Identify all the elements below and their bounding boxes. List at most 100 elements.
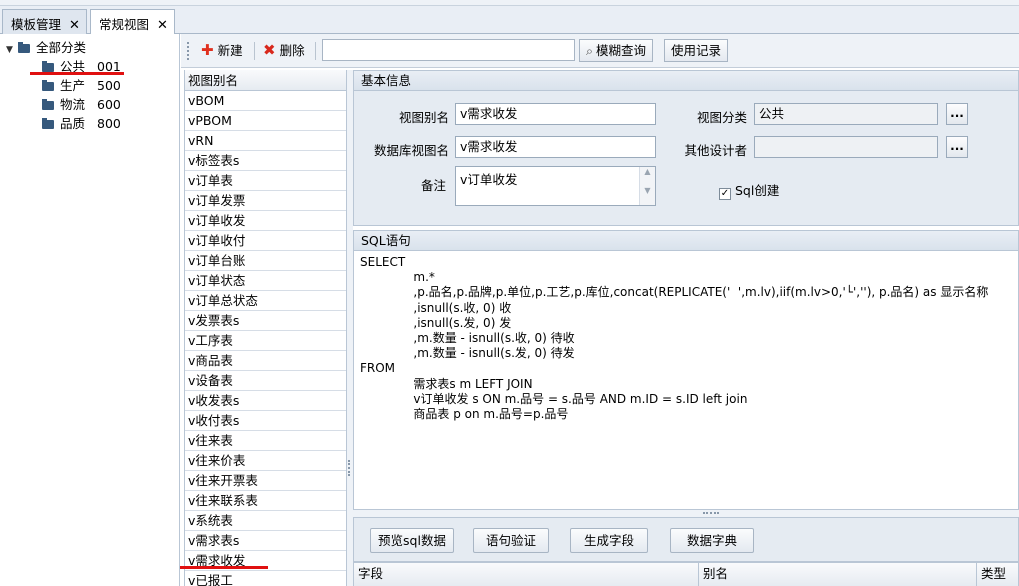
folder-icon [42,61,54,72]
preview-sql-data-button[interactable]: 预览sql数据 [370,528,454,553]
category-field[interactable]: 公共 [754,103,938,125]
generate-fields-button[interactable]: 生成字段 [570,528,648,553]
view-list-item[interactable]: vBOM [185,91,346,111]
search-input[interactable] [322,39,575,61]
usage-log-button[interactable]: 使用记录 [664,39,729,62]
view-list-item[interactable]: v订单总状态 [185,291,346,311]
dbview-label: 数据库视图名 [373,143,449,158]
field-grid: 字段 别名 类型 [353,562,1019,586]
sql-line: ,p.品名,p.品牌,p.单位,p.工艺,p.库位,concat(REPLICA… [360,285,989,300]
view-list-item[interactable]: v收付表s [185,411,346,431]
sql-create-label: Sql创建 [735,183,780,198]
tree-root-all[interactable]: ▼ 全部分类 [6,39,86,57]
view-list-item[interactable]: v系统表 [185,511,346,531]
tab-regular-views[interactable]: 常规视图 ✕ [90,9,175,35]
column-header-alias[interactable]: 别名 [699,563,977,586]
sql-line: ,m.数量 - isnull(s.发, 0) 待发 [360,346,575,361]
folder-icon [42,99,54,110]
view-list-item[interactable]: v发票表s [185,311,346,331]
checkmark-icon[interactable]: ✓ [719,188,731,200]
view-list-item[interactable]: v商品表 [185,351,346,371]
view-list-item[interactable]: v需求表s [185,531,346,551]
delete-x-icon: ✖ [263,41,276,59]
view-list-item[interactable]: v已报工 [185,571,346,586]
memo-scrollbar[interactable]: ▲ ▼ [639,167,655,205]
sql-line: ,m.数量 - isnull(s.收, 0) 待收 [360,331,575,346]
dbview-field[interactable]: v需求收发 [455,136,656,158]
view-list-item[interactable]: v订单状态 [185,271,346,291]
close-icon[interactable]: ✕ [157,18,168,33]
close-icon[interactable]: ✕ [69,18,80,33]
view-list-item[interactable]: v订单收付 [185,231,346,251]
note-memo[interactable]: v订单收发 ▲ ▼ [455,166,656,206]
note-text: v订单收发 [460,172,518,187]
sql-line: SELECT [360,255,406,269]
tab-label: 常规视图 [99,17,150,32]
basic-info-panel: 基本信息 视图别名 v需求收发 视图分类 公共 ... 数据库视图名 v需求收发… [353,70,1019,226]
toolbar-separator [254,42,255,60]
view-list-item[interactable]: v往来联系表 [185,491,346,511]
sql-line: ,isnull(s.收, 0) 收 [360,300,512,315]
chevron-down-icon[interactable]: ▼ [6,41,18,59]
tree-item-name: 生产 [60,78,86,93]
view-list-item[interactable]: v往来价表 [185,451,346,471]
sql-line: m.* [360,270,435,285]
folder-icon [18,42,30,53]
sql-line: 需求表s m LEFT JOIN [360,376,533,391]
data-dictionary-button[interactable]: 数据字典 [670,528,754,553]
designers-browse-button[interactable]: ... [946,136,968,158]
alias-label: 视图别名 [398,110,449,125]
view-list-item[interactable]: v工序表 [185,331,346,351]
view-list-item[interactable]: v往来表 [185,431,346,451]
new-button-label: 新建 [217,43,243,58]
sql-line: v订单收发 s ON m.品号 = s.品号 AND m.ID = s.ID l… [360,391,748,406]
validate-statement-button[interactable]: 语句验证 [473,528,549,553]
designers-field[interactable] [754,136,938,158]
view-list-item[interactable]: vPBOM [185,111,346,131]
category-browse-button[interactable]: ... [946,103,968,125]
scroll-up-icon[interactable]: ▲ [640,167,655,176]
annotation-underline [30,72,124,75]
tree-item-logistics[interactable]: 物流 600 [42,96,121,114]
scroll-down-icon[interactable]: ▼ [640,186,655,195]
annotation-underline [180,566,268,569]
view-list-item[interactable]: vRN [185,131,346,151]
splitter-grip[interactable] [348,460,350,476]
view-list-item[interactable]: v订单发票 [185,191,346,211]
sql-line: 商品表 p on m.品号=p.品号 [360,407,569,422]
column-header-type[interactable]: 类型 [977,563,1018,586]
toolbar-grip[interactable] [187,42,189,60]
view-list-item[interactable]: v往来开票表 [185,471,346,491]
tree-item-quality[interactable]: 品质 800 [42,115,121,133]
splitter-grip[interactable] [703,512,719,514]
view-list-item[interactable]: v设备表 [185,371,346,391]
usage-log-label: 使用记录 [671,43,722,58]
horizontal-splitter[interactable] [353,510,1019,517]
column-header-field[interactable]: 字段 [354,563,699,586]
sql-line: ,isnull(s.发, 0) 发 [360,315,512,330]
delete-button[interactable]: ✖ 删除 [263,40,305,62]
tab-template-management[interactable]: 模板管理 ✕ [2,9,87,34]
sql-create-checkbox[interactable]: ✓ Sql创建 [719,180,779,200]
designers-label: 其他设计者 [684,143,747,158]
action-button-bar: 预览sql数据 语句验证 生成字段 数据字典 [353,517,1019,562]
view-alias-list: 视图别名 vBOM vPBOM vRN v标签表s v订单表 v订单发票 v订单收发 v订单收… [184,70,347,586]
view-list-item[interactable]: v标签表s [185,151,346,171]
category-tree: ▼ 全部分类 公共 001 生产 500 物流 600 品质 800 [0,34,180,586]
delete-button-label: 删除 [279,43,305,58]
new-button[interactable]: ✚ 新建 [201,40,243,62]
column-header-view-alias[interactable]: 视图别名 [185,70,346,91]
view-list-item[interactable]: v收发表s [185,391,346,411]
sql-editor[interactable]: SELECT m.* ,p.品名,p.品牌,p.单位,p.工艺,p.库位,con… [360,255,1014,422]
tree-item-production[interactable]: 生产 500 [42,77,121,95]
view-list-item[interactable]: v订单表 [185,171,346,191]
tab-label: 模板管理 [11,17,62,32]
view-list-item[interactable]: v订单收发 [185,211,346,231]
alias-field[interactable]: v需求收发 [455,103,656,125]
plus-icon: ✚ [201,41,214,59]
category-label: 视图分类 [696,110,747,125]
fuzzy-search-button[interactable]: ⌕ 模糊查询 [579,39,654,62]
binoculars-icon: ⌕ [586,43,594,58]
folder-icon [42,80,54,91]
view-list-item[interactable]: v订单台账 [185,251,346,271]
